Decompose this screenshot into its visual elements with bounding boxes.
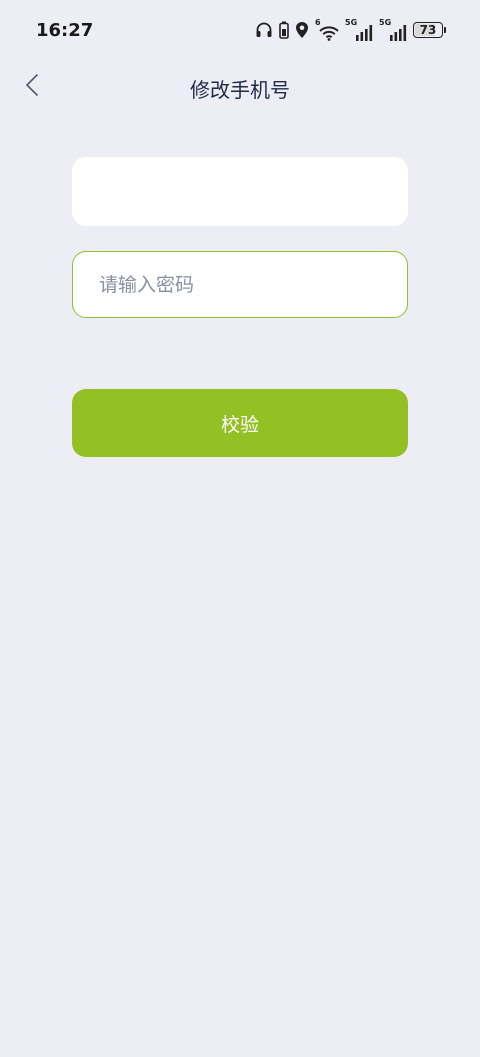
location-icon bbox=[295, 21, 309, 39]
signal-icon-sim1: 5G bbox=[345, 19, 373, 41]
phone-input[interactable] bbox=[72, 157, 408, 226]
phone-field[interactable] bbox=[72, 157, 408, 226]
battery-level: 73 bbox=[419, 23, 437, 37]
signal-icon-sim2: 5G bbox=[379, 19, 407, 41]
status-bar: 16:27 6 5G 5G 73 bbox=[0, 0, 480, 62]
headphones-icon bbox=[255, 21, 273, 39]
battery-tip bbox=[444, 27, 446, 33]
password-input[interactable] bbox=[73, 252, 407, 317]
battery-saver-icon bbox=[279, 21, 289, 39]
status-time: 16:27 bbox=[36, 20, 94, 41]
battery-body: 73 bbox=[413, 22, 443, 38]
verify-button[interactable]: 校验 bbox=[72, 389, 408, 457]
nav-bar: 修改手机号 bbox=[0, 62, 480, 112]
page-title: 修改手机号 bbox=[190, 78, 290, 102]
battery-icon: 73 bbox=[413, 22, 446, 38]
status-icons: 6 5G 5G 73 bbox=[255, 19, 446, 41]
password-field[interactable] bbox=[72, 251, 408, 318]
wifi-icon: 6 bbox=[315, 19, 339, 41]
